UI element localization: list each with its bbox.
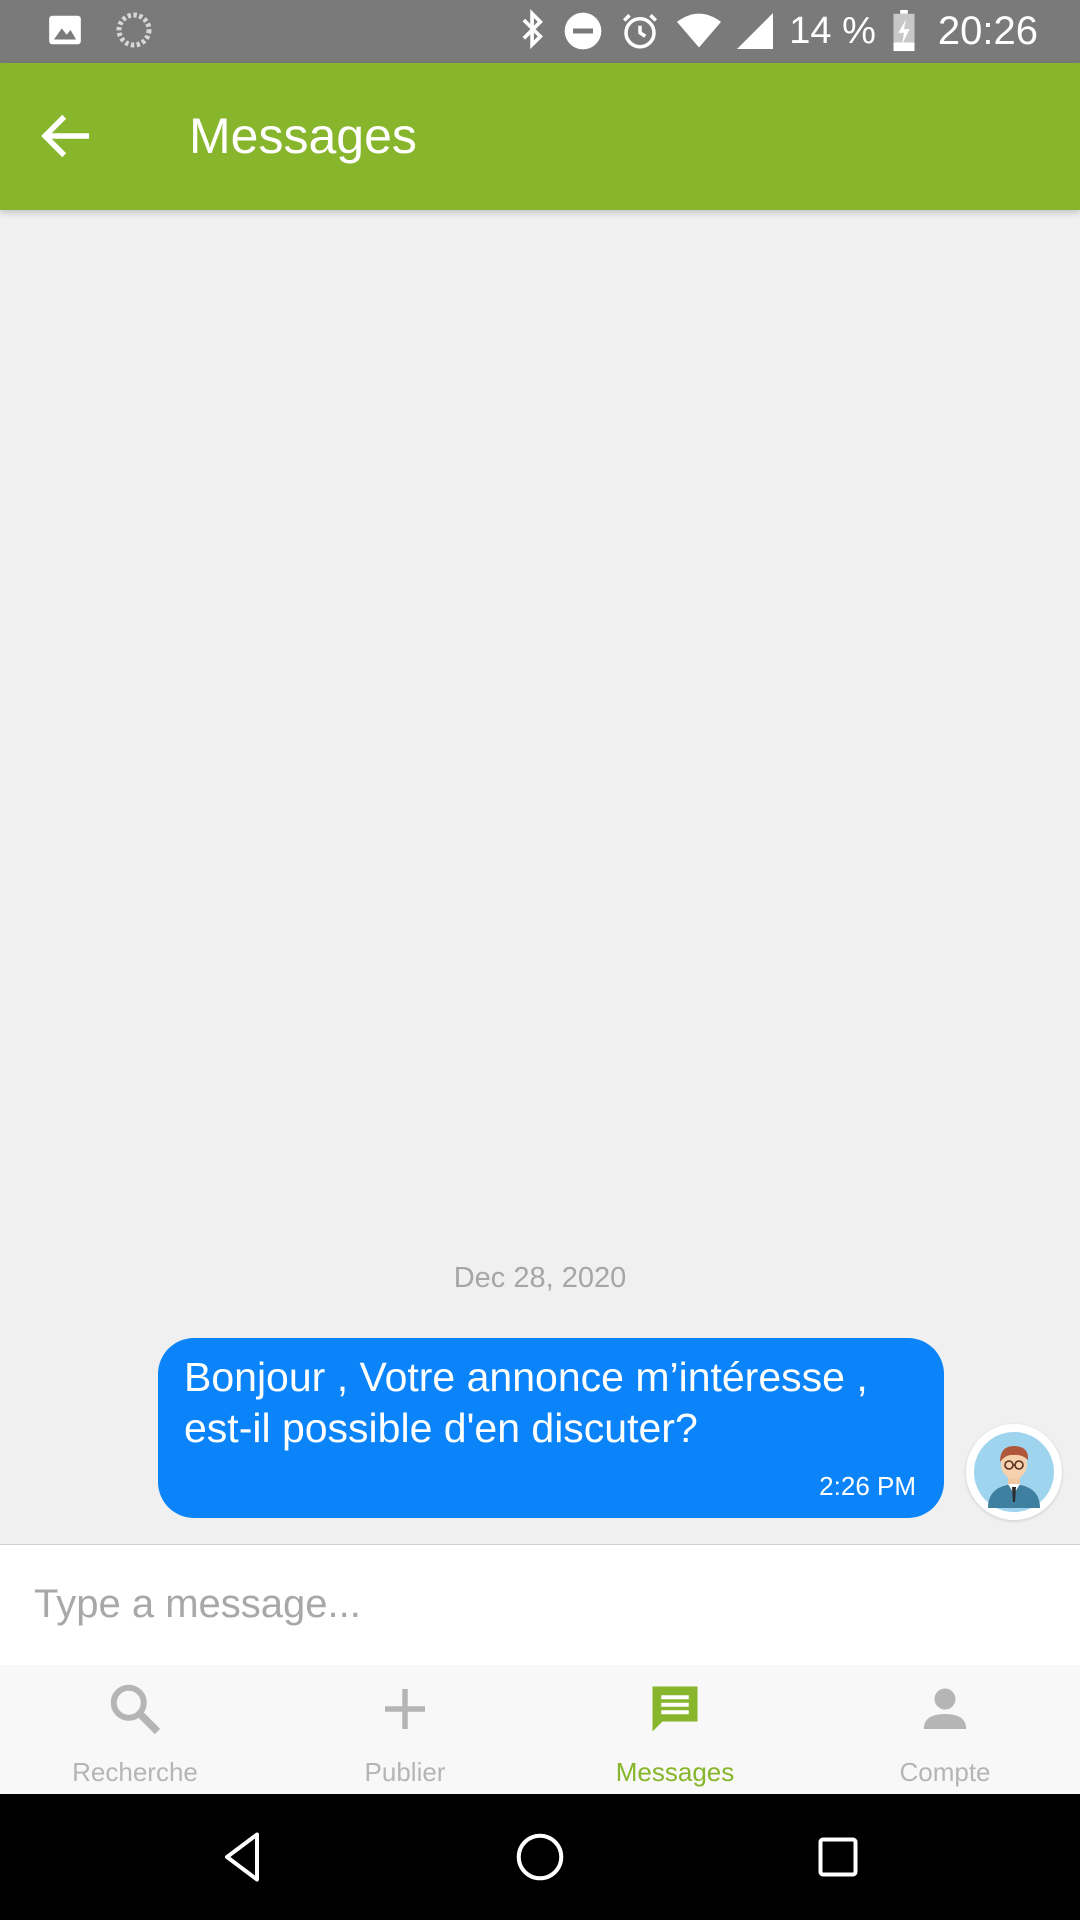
search-icon (110, 1684, 161, 1735)
message-text: Bonjour , Votre annonce m’intéresse , es… (184, 1354, 868, 1451)
person-icon (923, 1688, 967, 1729)
do-not-disturb-icon (564, 12, 602, 50)
plus-icon (385, 1689, 425, 1729)
page-title: Messages (189, 108, 417, 164)
message-bubble[interactable]: Bonjour , Votre annonce m’intéresse , es… (158, 1338, 944, 1518)
nav-back-icon (225, 1832, 259, 1882)
user-avatar-icon (974, 1432, 1054, 1512)
arrow-back-icon (41, 114, 89, 158)
tab-label: Compte (899, 1757, 991, 1787)
signal-icon (737, 13, 774, 49)
status-bar: 14 % 20:26 (0, 0, 1080, 63)
nav-recents-icon (818, 1837, 858, 1877)
nav-recents-button[interactable] (808, 1827, 868, 1887)
alarm-icon (623, 14, 658, 49)
app-bar: Messages (0, 63, 1080, 210)
back-button[interactable] (34, 103, 100, 169)
tab-messages[interactable]: Messages (540, 1665, 810, 1794)
message-input[interactable] (34, 1569, 1034, 1639)
message-icon (652, 1686, 698, 1732)
tab-label: Recherche (72, 1757, 198, 1787)
system-navigation-bar (0, 1794, 1080, 1920)
battery-percent: 14 % (789, 9, 876, 52)
tab-label: Messages (615, 1757, 735, 1787)
nav-home-icon (516, 1833, 564, 1881)
bluetooth-icon (522, 9, 544, 50)
sync-icon (116, 12, 152, 48)
tab-compte[interactable]: Compte (810, 1665, 1080, 1794)
status-time: 20:26 (937, 8, 1038, 53)
avatar[interactable] (966, 1424, 1062, 1520)
tab-publier[interactable]: Publier (270, 1665, 540, 1794)
tab-label: Publier (364, 1757, 446, 1787)
nav-home-button[interactable] (510, 1827, 570, 1887)
nav-back-button[interactable] (212, 1827, 272, 1887)
date-separator: Dec 28, 2020 (453, 1262, 627, 1294)
wifi-icon (677, 13, 722, 48)
image-icon (49, 15, 81, 45)
battery-charging-icon (893, 10, 915, 52)
tab-recherche[interactable]: Recherche (0, 1665, 270, 1794)
bottom-tab-bar: Recherche Publier Messages Compte (0, 1665, 1080, 1794)
message-time: 2:26 PM (819, 1471, 916, 1501)
message-composer (0, 1544, 1080, 1666)
